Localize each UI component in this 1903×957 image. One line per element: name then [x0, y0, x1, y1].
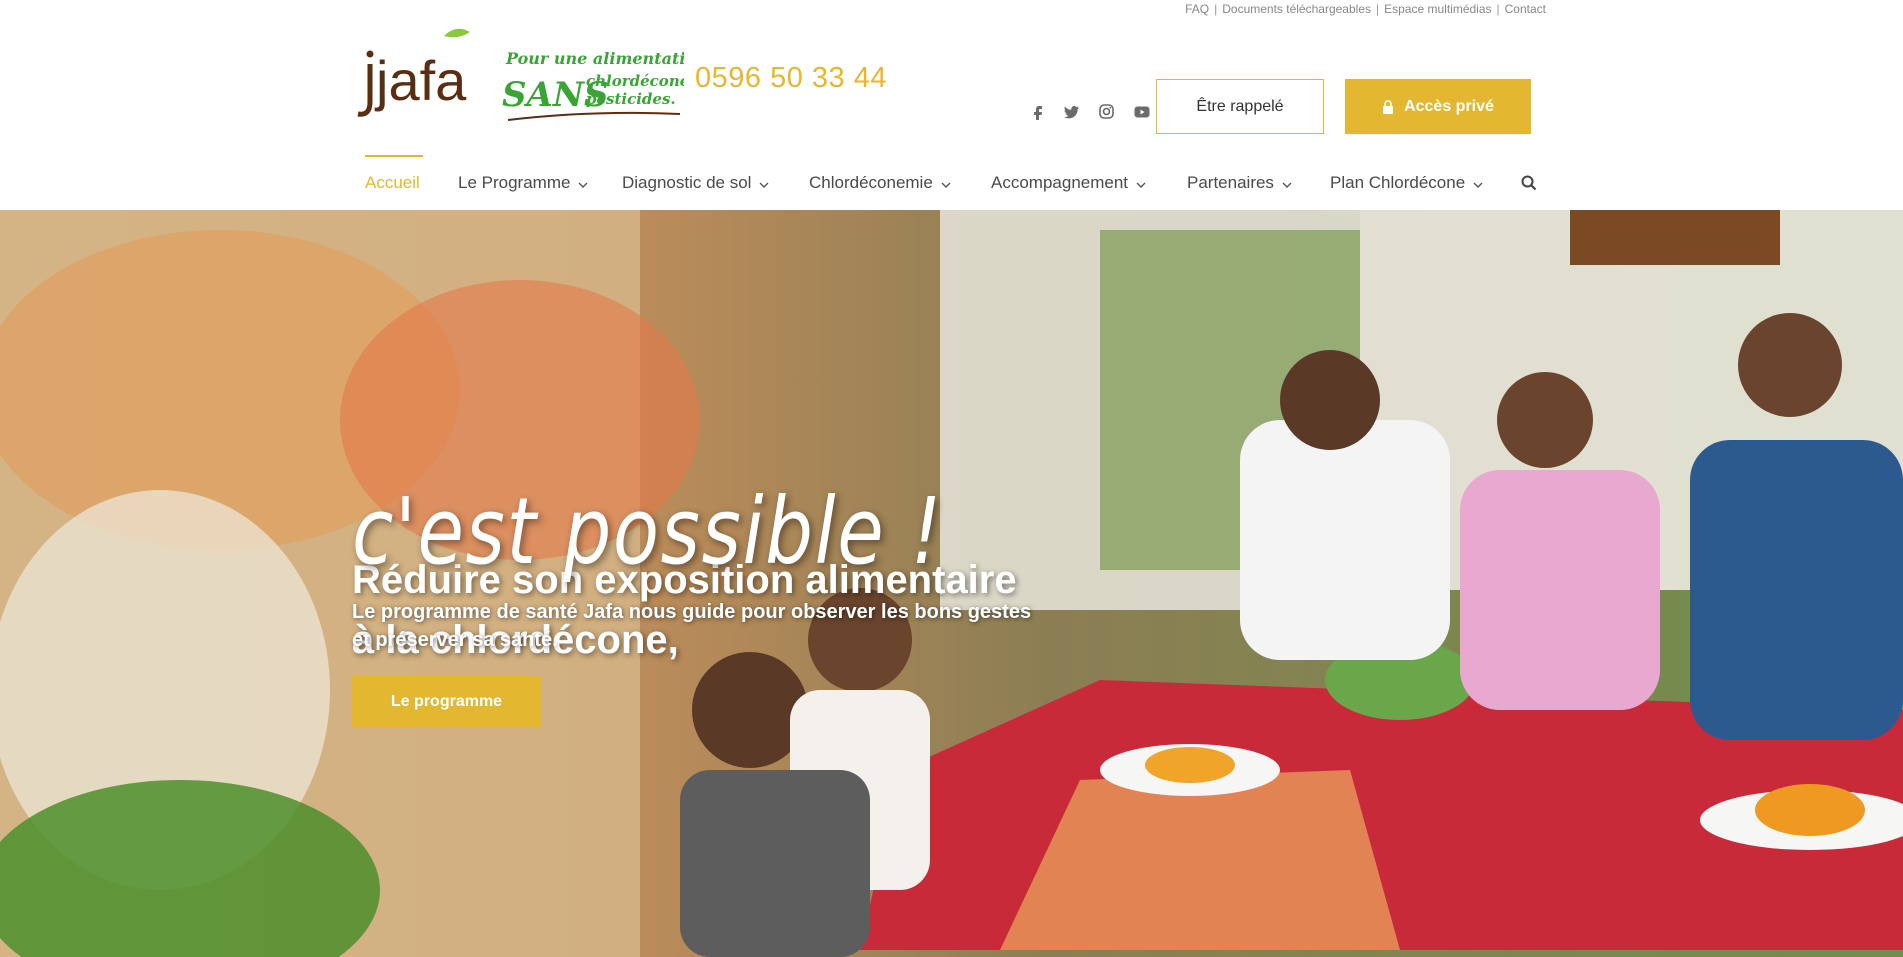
- callback-button-label: Être rappelé: [1196, 97, 1284, 115]
- private-access-label: Accès privé: [1404, 97, 1494, 115]
- nav-item-chlordeconemie[interactable]: Chlordéconemie: [809, 173, 951, 193]
- chevron-down-icon: [1136, 173, 1146, 193]
- nav-item-diagnostic[interactable]: Diagnostic de sol: [622, 173, 769, 193]
- faq-link[interactable]: FAQ: [1185, 2, 1209, 16]
- programme-button[interactable]: Le programme: [352, 676, 541, 728]
- lock-icon: [1383, 99, 1394, 114]
- nav-label: Accueil: [365, 173, 420, 192]
- twitter-icon[interactable]: [1062, 102, 1081, 121]
- utility-links: FAQ | Documents téléchargeables | Espace…: [1185, 2, 1546, 16]
- main-navigation: Accueil Le Programme Diagnostic de sol C…: [0, 155, 1903, 210]
- programme-button-label: Le programme: [390, 693, 503, 710]
- tagline-line2: chlordécone: [586, 72, 684, 90]
- chevron-down-icon: [1282, 173, 1292, 193]
- chevron-down-icon: [941, 173, 951, 193]
- nav-item-accueil[interactable]: Accueil: [365, 173, 420, 193]
- facebook-icon[interactable]: [1027, 102, 1046, 121]
- chevron-down-icon: [1473, 173, 1483, 193]
- nav-label: Chlordéconemie: [809, 173, 933, 192]
- chevron-down-icon: [759, 173, 769, 193]
- nav-item-partenaires[interactable]: Partenaires: [1187, 173, 1292, 193]
- top-bar: FAQ | Documents téléchargeables | Espace…: [0, 0, 1903, 22]
- tagline-line3: pesticides.: [586, 90, 676, 108]
- nav-label: Accompagnement: [991, 173, 1129, 192]
- social-links: [1027, 102, 1151, 121]
- nav-item-plan-chlordecone[interactable]: Plan Chlordécone: [1330, 173, 1483, 193]
- phone-number[interactable]: 0596 50 33 44: [695, 62, 887, 95]
- nav-label: Partenaires: [1187, 173, 1274, 192]
- youtube-icon[interactable]: [1132, 102, 1151, 121]
- nav-label: Le Programme: [458, 173, 571, 192]
- divider: |: [1214, 2, 1218, 16]
- tagline: Pour une alimentation SANS chlordécone p…: [502, 40, 708, 140]
- tagline-line1: Pour une alimentation: [505, 49, 684, 68]
- nav-label: Plan Chlordécone: [1330, 173, 1466, 192]
- private-access-button[interactable]: Accès privé: [1345, 79, 1531, 134]
- nav-item-programme[interactable]: Le Programme: [458, 173, 588, 193]
- chevron-down-icon: [578, 173, 588, 193]
- active-indicator: [365, 155, 423, 157]
- documents-link[interactable]: Documents téléchargeables: [1222, 2, 1371, 16]
- callback-button[interactable]: Être rappelé: [1156, 79, 1324, 134]
- site-header: jafa Pour une alimentation SANS chlordéc…: [0, 22, 1903, 142]
- hero-description: Le programme de santé Jafa nous guide po…: [352, 601, 1032, 651]
- divider: |: [1496, 2, 1500, 16]
- nav-label: Diagnostic de sol: [622, 173, 752, 192]
- hero-script-text: c'est possible !: [352, 478, 943, 585]
- instagram-icon[interactable]: [1097, 102, 1116, 121]
- jafa-logo[interactable]: jafa: [352, 24, 482, 136]
- search-icon[interactable]: [1521, 175, 1537, 196]
- divider: |: [1376, 2, 1380, 16]
- nav-item-accompagnement[interactable]: Accompagnement: [991, 173, 1146, 193]
- multimedia-link[interactable]: Espace multimédias: [1384, 2, 1491, 16]
- logo-wordmark: jafa: [374, 49, 467, 112]
- contact-link[interactable]: Contact: [1505, 2, 1546, 16]
- hero-banner: Réduire son exposition alimentaire à la …: [0, 210, 1903, 957]
